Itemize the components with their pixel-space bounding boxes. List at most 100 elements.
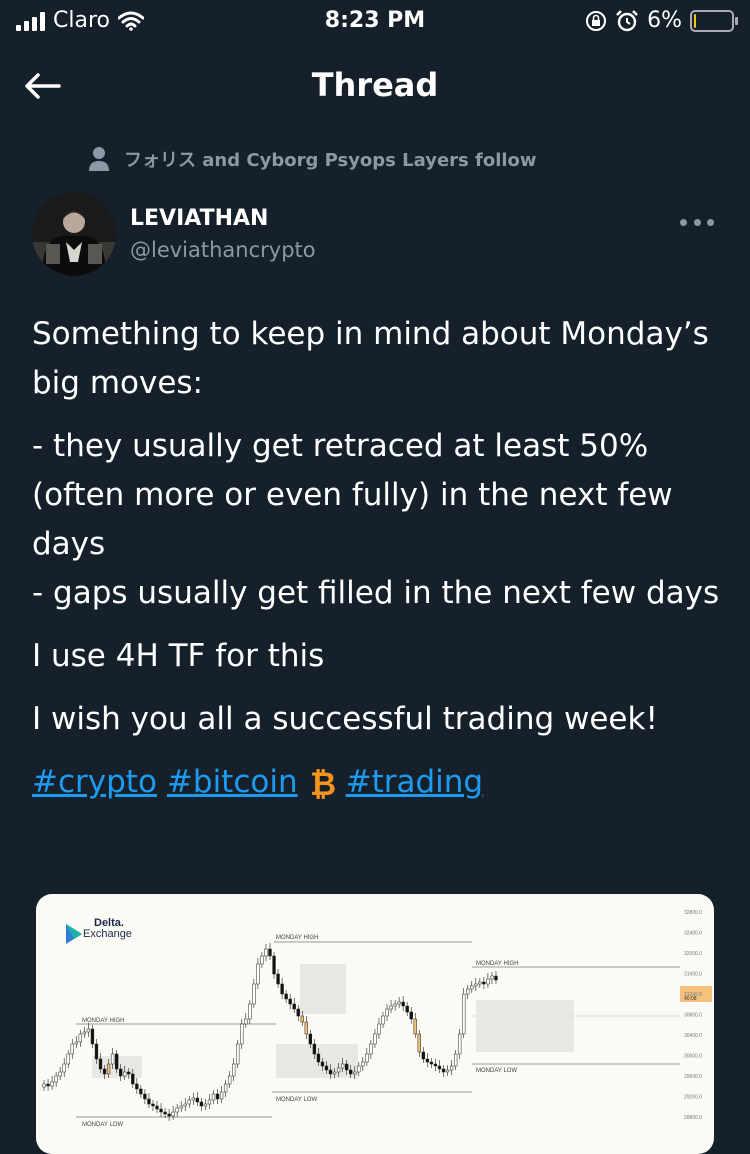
candle — [272, 955, 276, 975]
candle — [268, 948, 272, 957]
candle — [58, 1071, 62, 1077]
candle — [78, 1033, 83, 1043]
candle — [131, 1073, 135, 1085]
candle — [316, 1053, 321, 1063]
candle — [135, 1083, 139, 1090]
label-monday-high: MONDAY HIGH — [476, 961, 518, 967]
candle — [211, 1093, 216, 1101]
author-name[interactable]: LEVIATHAN — [130, 206, 268, 231]
candle — [482, 981, 486, 985]
candle — [328, 1069, 333, 1075]
label-monday-high: MONDAY HIGH — [276, 935, 318, 941]
social-context[interactable]: フォリス and Cyborg Psyops Layers follow — [88, 146, 537, 172]
candle — [405, 1005, 409, 1013]
candle — [393, 1003, 397, 1007]
candle — [385, 1008, 389, 1017]
candle — [252, 983, 256, 1005]
tweet-paragraph: Something to keep in mind about Monday’s… — [32, 316, 709, 401]
price-tick: 30800.0 — [684, 1013, 702, 1019]
candle — [449, 1065, 454, 1071]
candle — [219, 1091, 224, 1100]
candle — [425, 1058, 430, 1063]
candle — [171, 1111, 175, 1117]
candle — [163, 1111, 167, 1115]
alarm-icon — [616, 9, 638, 31]
social-context-text: フォリス and Cyborg Psyops Layers follow — [124, 150, 537, 171]
label-monday-low: MONDAY LOW — [276, 1097, 317, 1103]
candle — [357, 1065, 361, 1073]
candle — [312, 1043, 317, 1055]
price-tick: 32800.0 — [684, 910, 702, 916]
candle — [280, 983, 284, 995]
candle — [320, 1061, 325, 1067]
candle — [110, 1053, 115, 1065]
candle — [151, 1103, 155, 1107]
candles — [42, 943, 498, 1121]
tweet-media-image[interactable]: Delta. Exchange MONDAY HIGH MONDAY HIGH … — [36, 894, 714, 1154]
battery-icon — [690, 9, 738, 32]
candle — [486, 978, 490, 985]
candle — [490, 975, 494, 980]
candle — [199, 1101, 204, 1107]
candle — [102, 1068, 107, 1075]
candle — [453, 1053, 458, 1067]
candle — [187, 1099, 191, 1105]
candle — [94, 1043, 99, 1060]
candle — [429, 1061, 434, 1065]
candle — [365, 1053, 369, 1063]
tweet-paragraph: I use 4H TF for this — [32, 638, 325, 674]
avatar[interactable] — [32, 192, 116, 276]
candle — [147, 1098, 151, 1105]
hashtag-crypto[interactable]: #crypto — [32, 758, 157, 807]
candle — [54, 1075, 58, 1083]
price-tick: 32400.0 — [684, 931, 702, 937]
hashtag-row: #crypto #bitcoin ₿ #trading — [32, 758, 722, 807]
delta-exchange-logo: Delta. Exchange — [66, 917, 132, 944]
candle — [195, 1097, 200, 1103]
candle — [389, 1005, 393, 1010]
more-options-button[interactable] — [680, 212, 714, 232]
candle — [46, 1083, 50, 1087]
candle — [445, 1069, 450, 1073]
candle — [361, 1061, 365, 1067]
candle — [236, 1043, 240, 1065]
candle — [223, 1083, 228, 1093]
candle — [66, 1053, 70, 1065]
candle — [308, 1033, 313, 1045]
person-icon — [89, 147, 109, 171]
price-tick: 32000.0 — [684, 951, 702, 957]
candle — [175, 1107, 179, 1113]
candle — [332, 1071, 337, 1075]
hashtag-trading[interactable]: #trading — [346, 758, 484, 807]
candle — [377, 1023, 381, 1035]
candle — [139, 1088, 143, 1095]
candle — [466, 988, 470, 995]
author-handle[interactable]: @leviathancrypto — [130, 238, 316, 262]
candle — [369, 1043, 373, 1055]
tweet-paragraph: - they usually get retraced at least 50%… — [32, 428, 673, 562]
status-bar: Claro 8:23 PM 6% — [0, 0, 750, 42]
tweet-paragraph: I wish you all a successful trading week… — [32, 701, 658, 737]
chart-image: Delta. Exchange MONDAY HIGH MONDAY HIGH … — [42, 910, 712, 1128]
price-tick: 29600.0 — [684, 1074, 702, 1080]
candle — [345, 1063, 349, 1071]
candle — [288, 998, 292, 1005]
candle — [191, 1097, 195, 1101]
candle — [417, 1033, 421, 1053]
candle — [409, 1011, 413, 1020]
candle — [119, 1068, 123, 1077]
hashtag-bitcoin[interactable]: #bitcoin — [167, 758, 298, 807]
battery-percent: 6% — [647, 8, 682, 33]
candle — [127, 1071, 131, 1075]
tweet-paragraph: - gaps usually get filled in the next fe… — [32, 575, 720, 611]
label-monday-low: MONDAY LOW — [82, 1122, 123, 1128]
price-tick: 30000.0 — [684, 1054, 702, 1060]
candle — [292, 1003, 296, 1010]
bitcoin-emoji-icon: ₿ — [310, 765, 336, 801]
candle — [300, 1015, 304, 1023]
candle — [207, 1099, 212, 1105]
label-monday-low: MONDAY LOW — [476, 1068, 517, 1074]
price-axis: 32800.032400.032000.031600.040:0831249.8… — [680, 910, 712, 1121]
candle — [143, 1093, 147, 1100]
candle — [284, 993, 288, 1000]
